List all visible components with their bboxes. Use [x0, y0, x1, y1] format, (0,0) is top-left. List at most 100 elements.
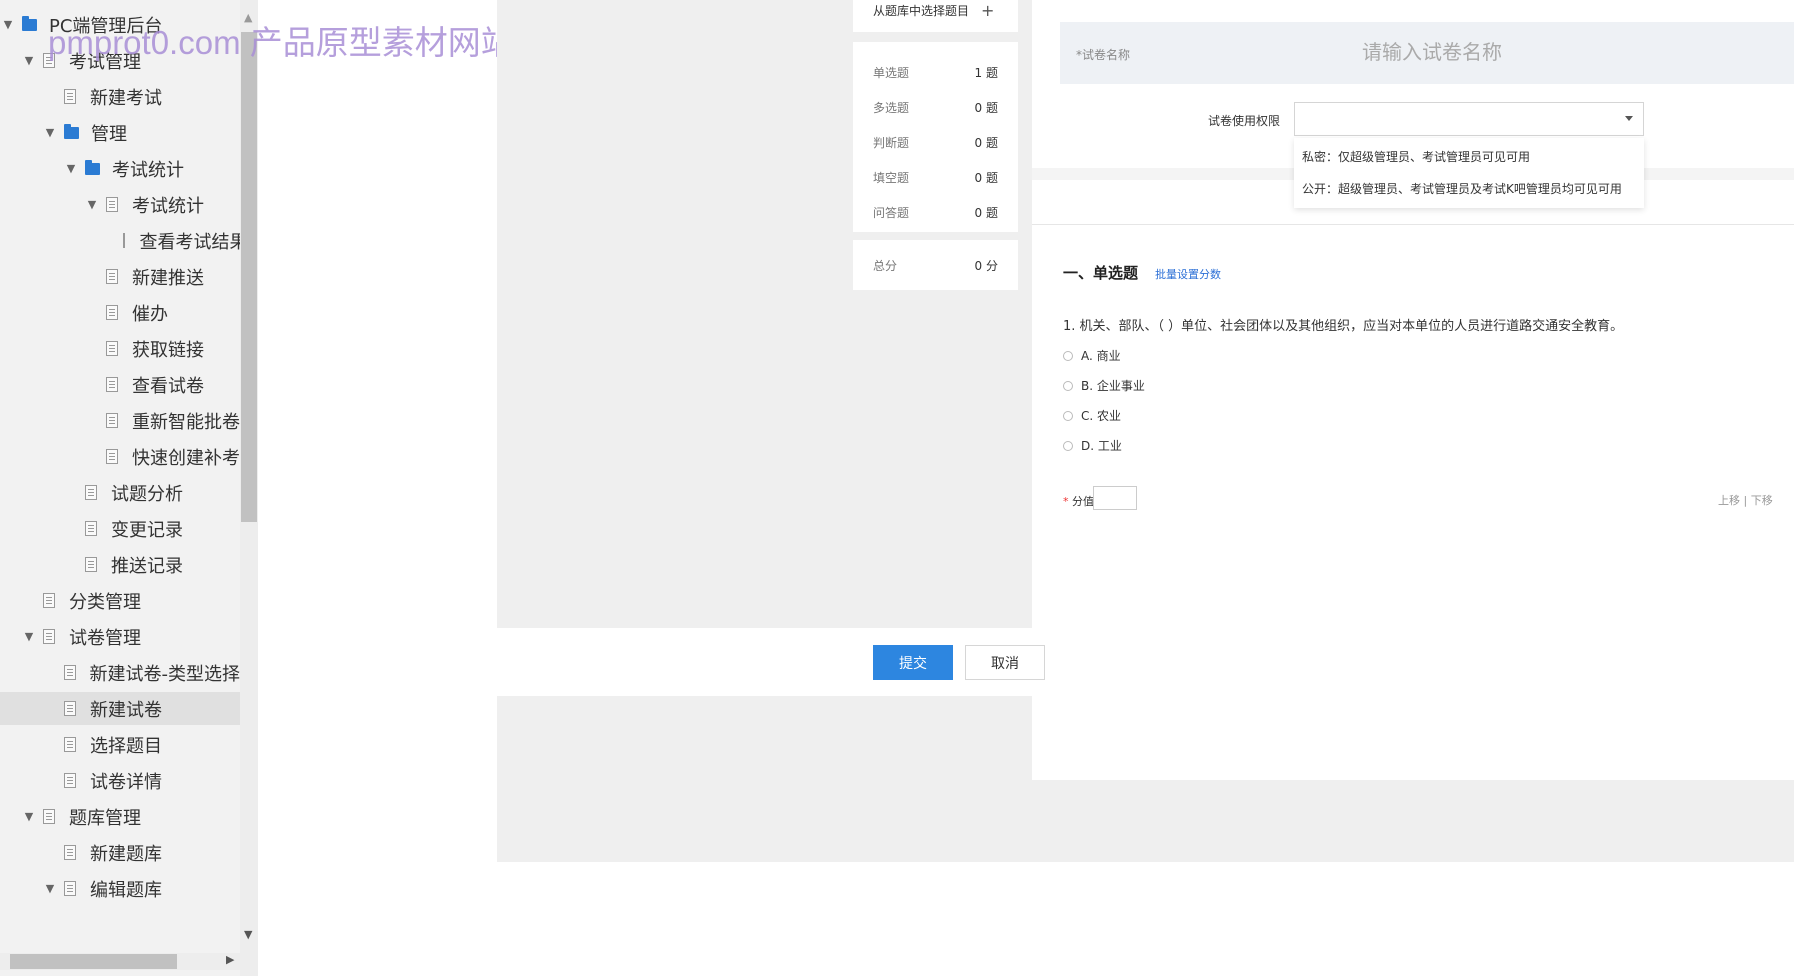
- sidebar-item[interactable]: ▼试题分析: [0, 476, 240, 509]
- page-icon: [106, 413, 118, 428]
- sidebar-item[interactable]: ▼ 编辑题库: [0, 872, 240, 905]
- question-text: 1. 机关、部队、（ ）单位、社会团体以及其他组织，应当对本单位的人员进行道路交…: [1063, 319, 1624, 334]
- sidebar-item[interactable]: ▼查看试卷: [0, 368, 240, 401]
- sidebar-item-label: 分类管理: [69, 591, 141, 613]
- sidebar-item-label: 考试统计: [132, 195, 204, 217]
- sidebar-item[interactable]: ▼ 考试统计: [0, 152, 240, 185]
- sidebar-item[interactable]: ▼查看考试结果: [0, 224, 247, 257]
- expand-caret-icon[interactable]: ▼: [65, 162, 77, 175]
- option-label: D. 工业: [1081, 439, 1122, 453]
- page-icon: [106, 449, 118, 464]
- paper-name-label: *试卷名称: [1076, 48, 1131, 62]
- radio-icon[interactable]: [1063, 380, 1073, 391]
- stat-row-fill: 填空题 0 题: [873, 169, 998, 186]
- total-score-card: 总分 0 分: [853, 240, 1018, 290]
- move-up-down-links[interactable]: 上移 | 下移: [1718, 492, 1773, 508]
- option-b[interactable]: B. 企业事业: [1063, 377, 1145, 394]
- sidebar-item-label: 新建题库: [90, 843, 162, 865]
- caret-down-icon: [1625, 116, 1633, 121]
- sidebar-item[interactable]: ▼变更记录: [0, 512, 240, 545]
- sidebar-item[interactable]: ▼试卷详情: [0, 764, 240, 797]
- sidebar-item[interactable]: ▼选择题目: [0, 728, 240, 761]
- permission-option-public[interactable]: 公开：超级管理员、考试管理员及考试K吧管理员均可见可用: [1302, 180, 1622, 197]
- expand-caret-icon[interactable]: ▼: [86, 198, 98, 211]
- sidebar-item[interactable]: ▼ 题库管理: [0, 800, 240, 833]
- sidebar-item-label: 变更记录: [111, 519, 183, 541]
- option-label: B. 企业事业: [1081, 379, 1145, 393]
- expand-caret-icon[interactable]: ▼: [44, 126, 56, 139]
- select-from-bank-link[interactable]: 从题库中选择题目 +: [873, 2, 994, 19]
- radio-icon[interactable]: [1063, 440, 1073, 451]
- score-label: * 分值: [1063, 493, 1094, 509]
- sidebar-item[interactable]: ▼催办: [0, 296, 240, 329]
- score-input[interactable]: [1093, 486, 1137, 510]
- stat-value: 0 题: [974, 136, 998, 150]
- page-icon: [106, 305, 118, 320]
- sidebar-item-label: 编辑题库: [90, 879, 162, 901]
- page-icon: [106, 377, 118, 392]
- radio-icon[interactable]: [1063, 350, 1073, 361]
- stat-row-multiple: 多选题 0 题: [873, 99, 998, 116]
- expand-caret-icon[interactable]: ▼: [23, 630, 35, 643]
- sidebar-item-label: 推送记录: [111, 555, 183, 577]
- option-d[interactable]: D. 工业: [1063, 437, 1122, 454]
- page-icon: [64, 701, 76, 716]
- sidebar-item[interactable]: ▼ 考试统计: [0, 188, 240, 221]
- page-icon: [106, 269, 118, 284]
- vertical-scrollbar[interactable]: ▲ ▼: [240, 0, 258, 976]
- sidebar-item-label: 试卷管理: [69, 627, 141, 649]
- horizontal-scrollbar[interactable]: ▶: [0, 953, 258, 970]
- page-icon: [43, 593, 55, 608]
- permission-option-private[interactable]: 私密：仅超级管理员、考试管理员可见可用: [1302, 148, 1530, 165]
- option-c[interactable]: C. 农业: [1063, 407, 1121, 424]
- stat-label: 单选题: [873, 66, 910, 80]
- vertical-scroll-thumb[interactable]: [241, 32, 257, 522]
- sidebar-item[interactable]: ▼新建试卷: [0, 692, 240, 725]
- cancel-button[interactable]: 取消: [965, 645, 1045, 680]
- scroll-down-arrow-icon[interactable]: ▼: [244, 928, 252, 941]
- submit-button[interactable]: 提交: [873, 645, 953, 680]
- paper-name-input[interactable]: [1360, 36, 1664, 68]
- horizontal-scroll-thumb[interactable]: [10, 954, 177, 969]
- sidebar-item[interactable]: ▼获取链接: [0, 332, 240, 365]
- sidebar-item-label: 试题分析: [111, 483, 183, 505]
- folder-icon: [22, 15, 37, 31]
- total-value: 0 分: [974, 259, 998, 273]
- sidebar-item[interactable]: ▼ 管理: [0, 116, 240, 149]
- stat-row-essay: 问答题 0 题: [873, 204, 998, 221]
- sidebar-item-label: 新建试卷: [90, 699, 162, 721]
- section-rule: [1032, 224, 1794, 225]
- page-icon: [85, 485, 97, 500]
- page-icon: [64, 845, 76, 860]
- sidebar-item[interactable]: ▼推送记录: [0, 548, 240, 581]
- sidebar-item-label: 新建推送: [132, 267, 204, 289]
- sidebar-item-label: 题库管理: [69, 807, 141, 829]
- sidebar-item[interactable]: ▼新建推送: [0, 260, 240, 293]
- required-mark: *: [1063, 495, 1069, 508]
- option-a[interactable]: A. 商业: [1063, 347, 1121, 364]
- page-icon: [64, 737, 76, 752]
- plus-icon[interactable]: +: [981, 2, 994, 19]
- page-icon: [85, 521, 97, 536]
- stat-label: 问答题: [873, 206, 910, 220]
- question-count-card: 单选题 1 题 多选题 0 题 判断题 0 题 填空题 0 题 问答题 0 题: [853, 42, 1018, 232]
- radio-icon[interactable]: [1063, 410, 1073, 421]
- expand-caret-icon[interactable]: ▼: [23, 810, 35, 823]
- expand-caret-icon[interactable]: ▼: [44, 882, 56, 895]
- permission-select[interactable]: [1294, 102, 1644, 136]
- sidebar-item[interactable]: ▼新建试卷-类型选择: [0, 656, 240, 689]
- stat-value: 0 题: [974, 101, 998, 115]
- action-bar: [497, 628, 1794, 696]
- expand-caret-icon[interactable]: ▼: [2, 18, 14, 31]
- sidebar-item[interactable]: ▼重新智能批卷: [0, 404, 240, 437]
- sidebar-item[interactable]: ▼ 试卷管理: [0, 620, 240, 653]
- expand-caret-icon[interactable]: ▼: [23, 54, 35, 67]
- scroll-right-arrow-icon[interactable]: ▶: [226, 953, 234, 966]
- sidebar-item[interactable]: ▼分类管理: [0, 584, 240, 617]
- batch-score-link[interactable]: 批量设置分数: [1155, 266, 1221, 282]
- sidebar-item[interactable]: ▼新建考试: [0, 80, 240, 113]
- page-icon: [64, 881, 76, 896]
- folder-icon: [64, 123, 79, 139]
- sidebar-item[interactable]: ▼新建题库: [0, 836, 240, 869]
- sidebar-item[interactable]: ▼快速创建补考: [0, 440, 240, 473]
